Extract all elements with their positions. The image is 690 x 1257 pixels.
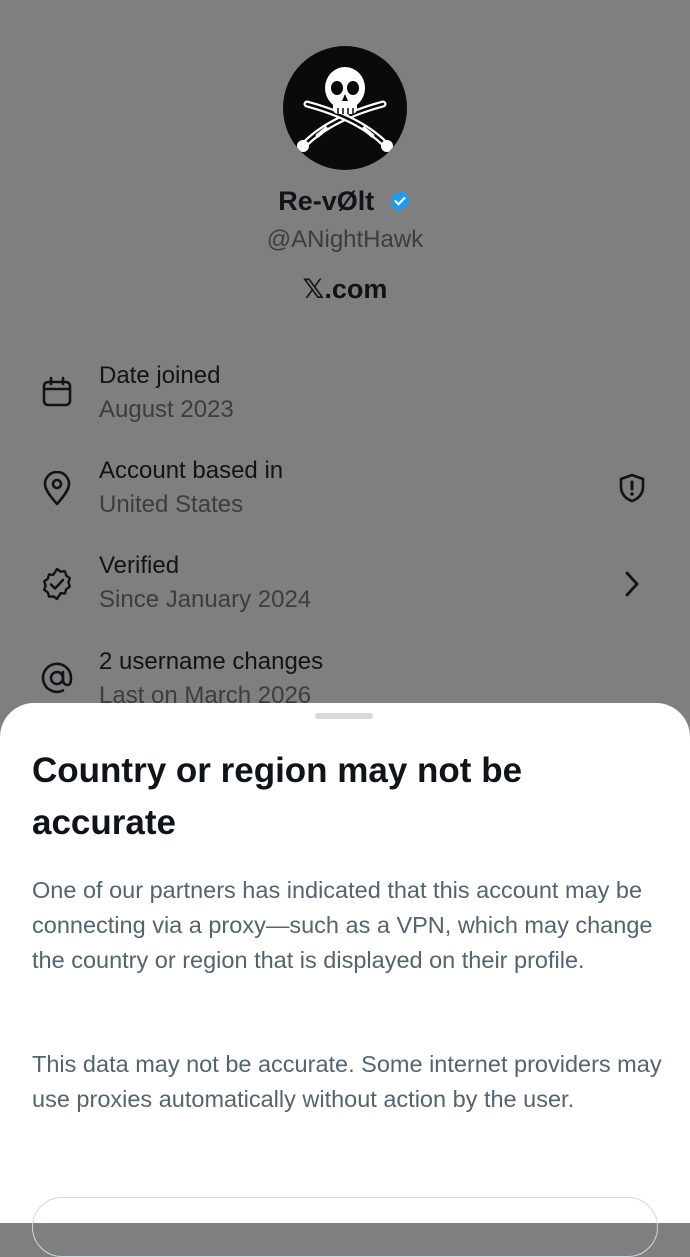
sheet-paragraph-2: This data may not be accurate. Some inte… (32, 1051, 662, 1112)
account-based-in-row[interactable]: Account based in United States (0, 457, 690, 537)
display-name: Re-vØlt (278, 186, 375, 216)
sheet-title: Country or region may not be accurate (32, 751, 523, 842)
sheet-action-button[interactable] (32, 1197, 658, 1257)
display-name-row: Re-vØlt (0, 186, 690, 220)
date-joined-title: Date joined (99, 362, 221, 389)
account-based-in-title: Account based in (99, 457, 284, 484)
sheet-paragraph-1: One of our partners has indicated that t… (32, 877, 653, 973)
account-based-in-value: United States (99, 491, 244, 518)
verified-badge-icon (388, 189, 412, 220)
verified-value: Since January 2024 (99, 586, 312, 613)
bottom-sheet: Country or region may not be accurate On… (0, 703, 690, 1257)
chevron-right-icon (616, 568, 648, 600)
sheet-grabber[interactable] (315, 713, 373, 719)
at-sign-icon (39, 660, 75, 696)
verified-badge-icon (39, 566, 75, 602)
handle: @ANightHawk (266, 226, 424, 253)
date-joined-value: August 2023 (99, 396, 234, 423)
site-label: 𝕏.com (302, 274, 388, 304)
location-pin-icon (39, 470, 75, 507)
verified-row[interactable]: Verified Since January 2024 (0, 552, 690, 632)
username-changes-title: 2 username changes (99, 648, 324, 675)
jolly-roger-image (297, 67, 393, 152)
calendar-icon (39, 374, 75, 410)
date-joined-row: Date joined August 2023 (0, 362, 690, 442)
verified-title: Verified (99, 552, 180, 579)
avatar[interactable] (283, 46, 407, 170)
shield-alert-icon[interactable] (616, 472, 648, 504)
